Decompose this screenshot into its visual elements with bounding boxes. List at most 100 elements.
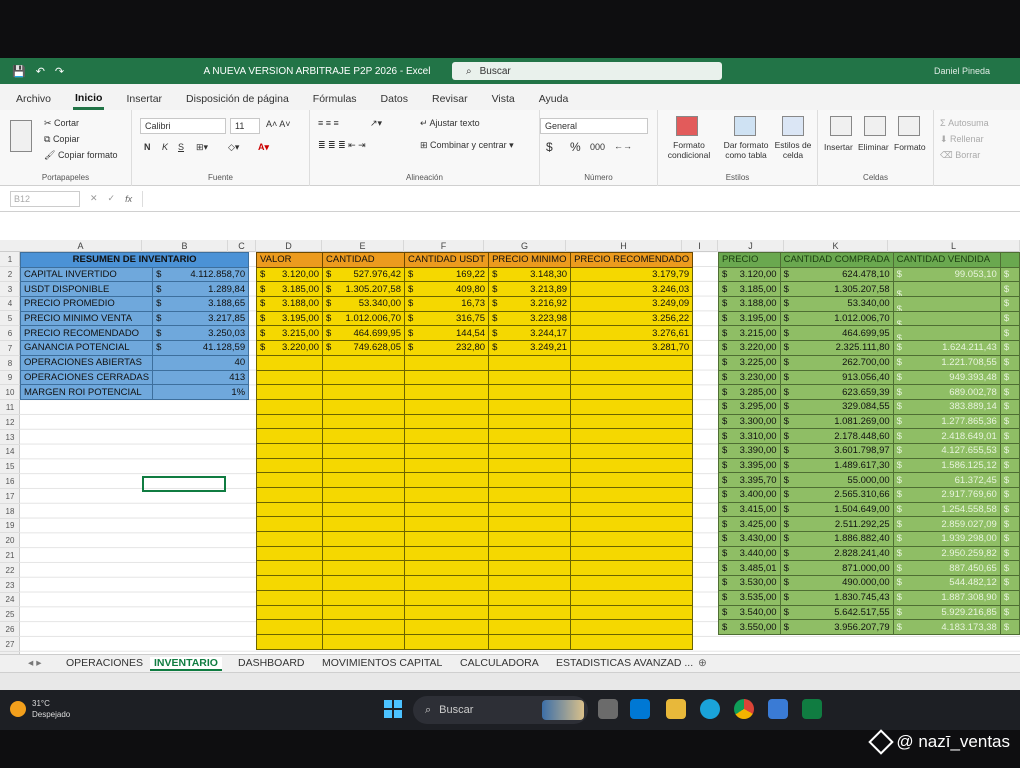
inventory-empty-cell[interactable] xyxy=(570,501,694,518)
inventory-empty-cell[interactable] xyxy=(570,575,694,591)
inventory-empty-cell[interactable] xyxy=(570,398,694,415)
percent-button[interactable]: % xyxy=(570,140,581,154)
history-cell[interactable]: $3.400,00 xyxy=(718,487,781,503)
row-header[interactable]: 12 xyxy=(0,415,20,430)
history-cell[interactable]: $544.482,12 xyxy=(892,575,1001,591)
sheet-tab-estadisticas[interactable]: ESTADISTICAS AVANZAD ... xyxy=(556,657,693,669)
tab-formulas[interactable]: Fórmulas xyxy=(311,93,359,110)
col-header-a[interactable]: A xyxy=(20,240,142,252)
inventory-empty-cell[interactable] xyxy=(488,545,572,562)
inventory-empty-cell[interactable] xyxy=(403,369,490,386)
inventory-empty-cell[interactable] xyxy=(403,487,490,503)
inventory-empty-cell[interactable] xyxy=(488,384,572,400)
summary-currency[interactable]: $ xyxy=(152,340,169,356)
inventory-cell[interactable]: $3.195,00 xyxy=(256,310,323,327)
sheet-tab-inventario[interactable]: INVENTARIO xyxy=(150,657,222,671)
inventory-empty-cell[interactable] xyxy=(570,516,694,533)
tab-disposicion[interactable]: Disposición de página xyxy=(184,93,291,110)
history-extra-cell[interactable]: $ xyxy=(999,296,1020,312)
summary-label[interactable]: PRECIO PROMEDIO xyxy=(19,296,154,312)
inventory-empty-cell[interactable] xyxy=(570,633,694,650)
sheet-tab-movimientos-capital[interactable]: MOVIMIENTOS CAPITAL xyxy=(322,657,442,669)
history-cell[interactable]: $99.053,10 xyxy=(892,266,1001,283)
row-header[interactable]: 17 xyxy=(0,489,20,504)
inventory-empty-cell[interactable] xyxy=(322,604,405,621)
history-cell[interactable]: $3.485,01 xyxy=(718,560,781,577)
summary-title[interactable]: RESUMEN DE INVENTARIO xyxy=(19,252,250,268)
inventory-empty-cell[interactable] xyxy=(488,398,572,415)
row-header[interactable]: 25 xyxy=(0,607,20,623)
history-cell[interactable]: $61.372,45 xyxy=(892,472,1001,488)
inventory-empty-cell[interactable] xyxy=(403,589,490,606)
cell-styles-icon[interactable] xyxy=(782,116,804,136)
inventory-empty-cell[interactable] xyxy=(570,442,694,459)
history-cell[interactable]: $3.225,00 xyxy=(718,354,781,371)
history-header-vendida[interactable]: CANTIDAD VENDIDA xyxy=(892,252,1001,268)
inventory-cell[interactable]: 3.179,79 xyxy=(570,266,694,283)
inventory-empty-cell[interactable] xyxy=(256,457,323,474)
history-cell[interactable]: $ xyxy=(892,281,1001,298)
inventory-cell[interactable]: $3.213,89 xyxy=(488,281,572,298)
history-cell[interactable]: $3.956.207,79 xyxy=(779,619,894,635)
history-cell[interactable]: $ xyxy=(892,310,1001,327)
name-box[interactable]: B12 xyxy=(10,190,80,207)
history-cell[interactable]: $53.340,00 xyxy=(779,296,894,312)
inventory-empty-cell[interactable] xyxy=(256,516,323,533)
history-cell[interactable]: $3.601.798,97 xyxy=(779,442,894,459)
history-extra-cell[interactable]: $ xyxy=(999,560,1020,577)
history-cell[interactable]: $1.624.211,43 xyxy=(892,340,1001,356)
row-header[interactable]: 21 xyxy=(0,548,20,563)
summary-currency[interactable] xyxy=(152,384,169,400)
col-header-c[interactable]: C xyxy=(228,240,256,252)
tab-vista[interactable]: Vista xyxy=(490,93,517,110)
inventory-empty-cell[interactable] xyxy=(570,545,694,562)
summary-label[interactable]: PRECIO RECOMENDADO xyxy=(19,325,154,342)
inventory-empty-cell[interactable] xyxy=(256,575,323,591)
history-cell[interactable]: $383.889,14 xyxy=(892,398,1001,415)
inventory-cell[interactable]: $232,80 xyxy=(403,340,490,356)
history-extra-cell[interactable]: $ xyxy=(999,384,1020,400)
history-cell[interactable]: $1.939.298,00 xyxy=(892,531,1001,547)
inventory-empty-cell[interactable] xyxy=(570,589,694,606)
clear-button[interactable]: ⌫ Borrar xyxy=(940,150,980,161)
inventory-empty-cell[interactable] xyxy=(488,589,572,606)
inventory-cell[interactable]: 3.246,03 xyxy=(570,281,694,298)
borders-icon[interactable]: ⊞▾ xyxy=(196,142,208,153)
inventory-empty-cell[interactable] xyxy=(403,575,490,591)
history-cell[interactable]: $3.295,00 xyxy=(718,398,781,415)
history-cell[interactable]: $4.183.173,38 xyxy=(892,619,1001,635)
history-cell[interactable]: $1.254.558,58 xyxy=(892,501,1001,518)
inventory-empty-cell[interactable] xyxy=(256,531,323,547)
history-header-precio[interactable]: PRECIO xyxy=(718,252,781,268)
inventory-cell[interactable]: $464.699,95 xyxy=(322,325,405,342)
history-cell[interactable]: $3.310,00 xyxy=(718,428,781,444)
inventory-empty-cell[interactable] xyxy=(256,369,323,386)
history-cell[interactable]: $2.859.027,09 xyxy=(892,516,1001,533)
inventory-empty-cell[interactable] xyxy=(488,413,572,430)
sheet-tab-calculadora[interactable]: CALCULADORA xyxy=(460,657,539,669)
underline-button[interactable]: S xyxy=(178,142,184,152)
inventory-cell[interactable]: $316,75 xyxy=(403,310,490,327)
history-extra-cell[interactable]: $ xyxy=(999,501,1020,518)
pdf-app-icon[interactable] xyxy=(630,699,650,719)
history-extra-cell[interactable]: $ xyxy=(999,531,1020,547)
inventory-empty-cell[interactable] xyxy=(322,398,405,415)
history-cell[interactable]: $1.504.649,00 xyxy=(779,501,894,518)
summary-currency[interactable]: $ xyxy=(152,325,169,342)
row-header[interactable]: 3 xyxy=(0,282,20,297)
history-cell[interactable]: $1.887.308,90 xyxy=(892,589,1001,606)
inventory-empty-cell[interactable] xyxy=(570,531,694,547)
inventory-cell[interactable]: $16,73 xyxy=(403,296,490,312)
row-header[interactable]: 8 xyxy=(0,356,20,371)
inventory-empty-cell[interactable] xyxy=(403,428,490,444)
col-header-e[interactable]: E xyxy=(322,240,404,252)
history-cell[interactable]: $3.550,00 xyxy=(718,619,781,635)
inventory-empty-cell[interactable] xyxy=(570,384,694,400)
row-header[interactable]: 23 xyxy=(0,578,20,593)
col-header-g[interactable]: G xyxy=(484,240,566,252)
inventory-cell[interactable]: 3.276,61 xyxy=(570,325,694,342)
inventory-empty-cell[interactable] xyxy=(488,457,572,474)
history-cell[interactable]: $3.530,00 xyxy=(718,575,781,591)
edge-icon[interactable] xyxy=(700,699,720,719)
history-extra-cell[interactable]: $ xyxy=(999,266,1020,283)
